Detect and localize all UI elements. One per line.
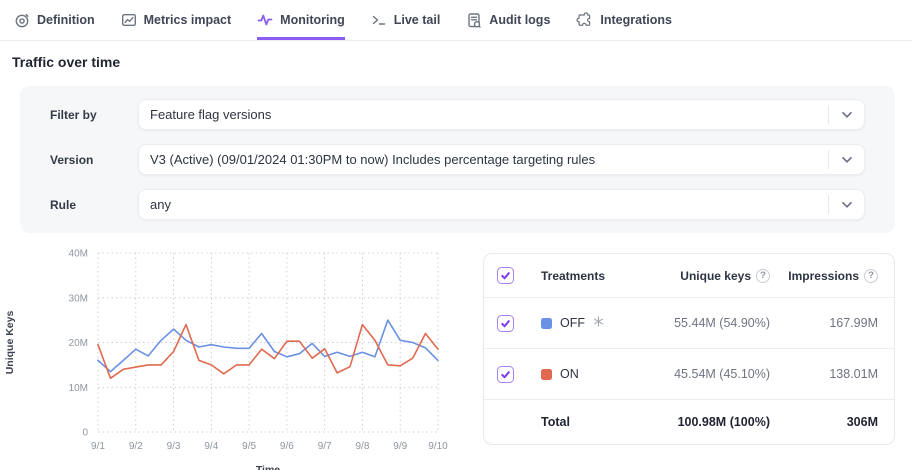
chevron-down-icon[interactable] (828, 195, 864, 214)
tab-label: Metrics impact (144, 13, 232, 27)
svg-text:10M: 10M (69, 383, 88, 394)
filter-panel: Filter by Feature flag versions Version … (20, 86, 895, 233)
impressions-column-header: Impressions ? (770, 269, 878, 283)
svg-text:9/3: 9/3 (167, 441, 181, 452)
svg-text:Unique Keys: Unique Keys (4, 311, 16, 375)
tab-audit-logs[interactable]: Audit logs (466, 0, 550, 40)
table-header-row: Treatments Unique keys ? Impressions ? (484, 254, 894, 298)
filter-row-rule: Rule any (50, 189, 865, 220)
svg-text:0: 0 (82, 428, 88, 439)
table-row-off: OFF 55.44M (54.90%) 167.99M (484, 298, 894, 349)
version-select[interactable]: V3 (Active) (09/01/2024 01:30PM to now) … (138, 144, 865, 175)
tab-metrics-impact[interactable]: Metrics impact (121, 0, 232, 40)
traffic-chart-area: 0 10M 20M 30M 40M 9/1 9/2 9/3 9/4 9/5 9/6 9/7 9/8 9/9… (0, 239, 470, 470)
tab-bar: Definition Metrics impact Monitoring Liv… (0, 0, 912, 41)
tab-label: Audit logs (489, 13, 550, 27)
monitoring-page: Definition Metrics impact Monitoring Liv… (0, 0, 912, 470)
puzzle-icon (576, 12, 593, 29)
on-unique-keys: 45.54M (45.10%) (612, 367, 770, 381)
rule-value: any (150, 197, 828, 212)
tab-integrations[interactable]: Integrations (576, 0, 672, 40)
table-row-total: Total 100.98M (100%) 306M (484, 400, 894, 444)
total-label: Total (541, 415, 612, 429)
svg-text:9/2: 9/2 (129, 441, 143, 452)
chevron-down-icon[interactable] (828, 150, 864, 169)
default-treatment-icon (593, 316, 604, 330)
total-impressions: 306M (770, 415, 878, 429)
treatment-name: OFF (560, 316, 585, 330)
filter-row-version: Version V3 (Active) (09/01/2024 01:30PM … (50, 144, 865, 175)
terminal-icon (371, 12, 387, 28)
treatment-name: ON (560, 367, 579, 381)
version-value: V3 (Active) (09/01/2024 01:30PM to now) … (150, 152, 828, 167)
svg-text:9/7: 9/7 (318, 441, 332, 452)
help-icon[interactable]: ? (756, 269, 770, 283)
filter-row-filter-by: Filter by Feature flag versions (50, 99, 865, 130)
tab-live-tail[interactable]: Live tail (371, 0, 441, 40)
off-checkbox[interactable] (497, 315, 514, 332)
rule-select[interactable]: any (138, 189, 865, 220)
page-title: Traffic over time (12, 54, 912, 70)
treatments-table: Treatments Unique keys ? Impressions ? O… (483, 253, 895, 445)
svg-text:9/10: 9/10 (428, 441, 448, 452)
target-icon (14, 12, 30, 29)
tab-label: Monitoring (280, 13, 345, 27)
total-unique-keys: 100.98M (100%) (612, 415, 770, 429)
svg-text:9/9: 9/9 (393, 441, 407, 452)
off-impressions: 167.99M (770, 316, 878, 330)
svg-text:9/4: 9/4 (204, 441, 218, 452)
svg-text:Time: Time (256, 464, 280, 470)
tab-label: Live tail (394, 13, 441, 27)
table-row-on: ON 45.54M (45.10%) 138.01M (484, 349, 894, 400)
tab-label: Integrations (600, 13, 672, 27)
svg-text:9/1: 9/1 (91, 441, 105, 452)
off-unique-keys: 55.44M (54.90%) (612, 316, 770, 330)
chart-section: 0 10M 20M 30M 40M 9/1 9/2 9/3 9/4 9/5 9/6 9/7 9/8 9/9… (0, 239, 912, 470)
pulse-icon (257, 12, 273, 28)
on-legend-square (541, 369, 552, 380)
chart-icon (121, 12, 137, 28)
svg-text:9/6: 9/6 (280, 441, 294, 452)
document-search-icon (466, 12, 482, 29)
unique-keys-column-header: Unique keys ? (612, 269, 770, 283)
help-icon[interactable]: ? (864, 269, 878, 283)
on-impressions: 138.01M (770, 367, 878, 381)
tab-definition[interactable]: Definition (14, 0, 95, 40)
svg-text:9/8: 9/8 (355, 441, 369, 452)
tab-monitoring[interactable]: Monitoring (257, 0, 345, 40)
treatment-cell: ON (541, 367, 612, 381)
rule-label: Rule (50, 198, 138, 212)
tab-label: Definition (37, 13, 95, 27)
chevron-down-icon[interactable] (828, 105, 864, 124)
traffic-chart: 0 10M 20M 30M 40M 9/1 9/2 9/3 9/4 9/5 9/6 9/7 9/8 9/9… (0, 239, 470, 470)
filter-by-label: Filter by (50, 108, 138, 122)
filter-by-value: Feature flag versions (150, 107, 828, 122)
svg-text:40M: 40M (69, 249, 88, 260)
version-label: Version (50, 153, 138, 167)
treatments-column-header: Treatments (541, 269, 612, 283)
svg-text:9/5: 9/5 (242, 441, 256, 452)
on-checkbox[interactable] (497, 366, 514, 383)
off-legend-square (541, 318, 552, 329)
svg-text:30M: 30M (69, 293, 88, 304)
filter-by-select[interactable]: Feature flag versions (138, 99, 865, 130)
treatment-cell: OFF (541, 316, 612, 330)
svg-text:20M: 20M (69, 338, 88, 349)
select-all-checkbox[interactable] (497, 267, 514, 284)
